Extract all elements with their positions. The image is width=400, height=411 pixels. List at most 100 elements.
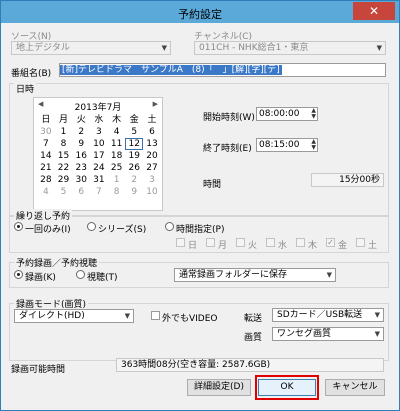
calendar-day[interactable]: 8 bbox=[108, 186, 126, 198]
weekday-label: 日 bbox=[41, 115, 51, 125]
calendar-day[interactable]: 14 bbox=[37, 150, 55, 162]
repeat-once-radio[interactable] bbox=[14, 222, 23, 231]
calendar-day[interactable]: 10 bbox=[90, 138, 108, 150]
end-time-field[interactable]: 08:15:00 ▲ ▼ bbox=[256, 138, 318, 152]
weekday-checkbox[interactable] bbox=[356, 238, 365, 247]
repeat-time-radio[interactable] bbox=[165, 222, 174, 231]
repeat-series-label: シリーズ(S) bbox=[98, 225, 147, 235]
chevron-down-icon: ▼ bbox=[376, 44, 382, 52]
calendar-day[interactable]: 9 bbox=[125, 186, 143, 198]
calendar-week: 7 8 9 10 11 12 13 bbox=[37, 138, 161, 150]
ok-button[interactable]: OK bbox=[258, 379, 316, 396]
quality-mode-select[interactable]: ダイレクト(HD) ▼ bbox=[14, 309, 134, 323]
picture-quality-label: 画質 bbox=[244, 333, 263, 343]
calendar-day[interactable]: 22 bbox=[55, 162, 73, 174]
calendar-day[interactable]: 28 bbox=[37, 174, 55, 186]
view-radio[interactable] bbox=[76, 270, 85, 279]
picture-quality-value: ワンセグ画質 bbox=[277, 329, 332, 339]
external-video-label: 外でもVIDEO bbox=[162, 314, 218, 324]
calendar-day[interactable]: 11 bbox=[108, 138, 126, 150]
calendar-week: 28 29 30 31 1 2 3 bbox=[37, 174, 161, 186]
title-bar[interactable]: 予約設定 ✕ bbox=[1, 1, 399, 23]
calendar-day[interactable]: 3 bbox=[90, 126, 108, 138]
calendar-day[interactable]: 4 bbox=[108, 126, 126, 138]
end-time-label: 終了時刻(E) bbox=[203, 144, 252, 154]
spinner-icon[interactable]: ▲ ▼ bbox=[311, 139, 316, 151]
weekday-label: 月 bbox=[59, 115, 69, 125]
weekday-checkbox[interactable] bbox=[266, 238, 275, 247]
weekday-checkbox[interactable]: ✓ bbox=[326, 238, 335, 247]
calendar-day[interactable]: 9 bbox=[72, 138, 90, 150]
calendar-day[interactable]: 5 bbox=[125, 126, 143, 138]
end-time-value: 08:15:00 bbox=[259, 140, 300, 150]
calendar-day[interactable]: 26 bbox=[125, 162, 143, 174]
calendar-day[interactable]: 3 bbox=[143, 174, 161, 186]
chevron-down-icon: ▼ bbox=[374, 330, 380, 338]
weekday-checkbox-label: 月 bbox=[218, 241, 228, 251]
external-video-checkbox[interactable] bbox=[151, 311, 160, 320]
cancel-button[interactable]: キャンセル bbox=[325, 379, 385, 396]
weekday-checkbox[interactable] bbox=[296, 238, 305, 247]
calendar-day[interactable]: 2 bbox=[72, 126, 90, 138]
weekday-checkbox-label: 火 bbox=[248, 241, 258, 251]
calendar-day[interactable]: 19 bbox=[125, 150, 143, 162]
record-radio[interactable] bbox=[14, 270, 23, 279]
calendar-week: 30 1 2 3 4 5 6 bbox=[37, 126, 161, 138]
calendar-day[interactable]: 12 bbox=[125, 138, 144, 150]
calendar[interactable]: ◀ 2013年7月 ▶ 日月火水木金土 30 1 2 3 4 5 6 7 8 9 10 11 12 13 14… bbox=[33, 97, 163, 211]
calendar-day[interactable]: 29 bbox=[55, 174, 73, 186]
calendar-day[interactable]: 5 bbox=[55, 186, 73, 198]
start-time-field[interactable]: 08:00:00 ▲ ▼ bbox=[256, 107, 318, 121]
weekday-checkbox-label: 金 bbox=[338, 241, 348, 251]
weekday-checkbox[interactable] bbox=[236, 238, 245, 247]
calendar-day[interactable]: 24 bbox=[90, 162, 108, 174]
calendar-day[interactable]: 23 bbox=[72, 162, 90, 174]
calendar-day[interactable]: 13 bbox=[143, 138, 161, 150]
detail-settings-button[interactable]: 詳細設定(D) bbox=[187, 379, 251, 396]
calendar-day[interactable]: 30 bbox=[37, 126, 55, 138]
repeat-series-radio[interactable] bbox=[87, 222, 96, 231]
calendar-week: 14 15 16 17 18 19 20 bbox=[37, 150, 161, 162]
calendar-day[interactable]: 1 bbox=[55, 126, 73, 138]
transfer-select[interactable]: SDカード／USB転送 ▼ bbox=[272, 308, 384, 322]
close-button[interactable]: ✕ bbox=[353, 2, 395, 20]
calendar-day[interactable]: 17 bbox=[90, 150, 108, 162]
weekday-checkbox-label: 水 bbox=[278, 241, 288, 251]
weekday-checkbox-label: 土 bbox=[368, 241, 378, 251]
calendar-day[interactable]: 25 bbox=[108, 162, 126, 174]
calendar-day[interactable]: 20 bbox=[143, 150, 161, 162]
calendar-day[interactable]: 18 bbox=[108, 150, 126, 162]
calendar-day[interactable]: 7 bbox=[90, 186, 108, 198]
duration-label: 時間 bbox=[203, 180, 222, 190]
next-month-icon[interactable]: ▶ bbox=[153, 100, 158, 108]
folder-select[interactable]: 通常録画フォルダーに保存 ▼ bbox=[174, 268, 336, 282]
calendar-day[interactable]: 6 bbox=[72, 186, 90, 198]
calendar-day[interactable]: 27 bbox=[143, 162, 161, 174]
calendar-day[interactable]: 6 bbox=[143, 126, 161, 138]
weekday-checkbox[interactable] bbox=[206, 238, 215, 247]
calendar-day[interactable]: 8 bbox=[55, 138, 73, 150]
calendar-day[interactable]: 30 bbox=[72, 174, 90, 186]
weekday-checkbox[interactable] bbox=[176, 238, 185, 247]
weekday-label: 火 bbox=[76, 115, 86, 125]
calendar-week: 4 5 6 7 8 9 10 bbox=[37, 186, 161, 198]
program-name-label: 番組名(B) bbox=[11, 69, 52, 79]
calendar-day[interactable]: 4 bbox=[37, 186, 55, 198]
calendar-day[interactable]: 21 bbox=[37, 162, 55, 174]
start-time-value: 08:00:00 bbox=[259, 109, 300, 119]
chevron-down-icon: ▼ bbox=[161, 44, 167, 52]
calendar-day[interactable]: 15 bbox=[55, 150, 73, 162]
calendar-day[interactable]: 31 bbox=[90, 174, 108, 186]
calendar-day[interactable]: 16 bbox=[72, 150, 90, 162]
calendar-day[interactable]: 10 bbox=[143, 186, 161, 198]
spinner-icon[interactable]: ▲ ▼ bbox=[311, 108, 316, 120]
program-name-field[interactable]: [新]テレビドラマ サンプルA (8)「 」[解][字][デ] bbox=[59, 63, 386, 77]
folder-value: 通常録画フォルダーに保存 bbox=[179, 270, 288, 280]
window-title: 予約設定 bbox=[178, 8, 222, 21]
calendar-day[interactable]: 7 bbox=[37, 138, 55, 150]
calendar-day[interactable]: 1 bbox=[108, 174, 126, 186]
picture-quality-select[interactable]: ワンセグ画質 ▼ bbox=[272, 327, 384, 341]
calendar-day[interactable]: 2 bbox=[125, 174, 143, 186]
chevron-down-icon: ▼ bbox=[124, 312, 130, 320]
repeat-time-label: 時間指定(P) bbox=[176, 225, 225, 235]
